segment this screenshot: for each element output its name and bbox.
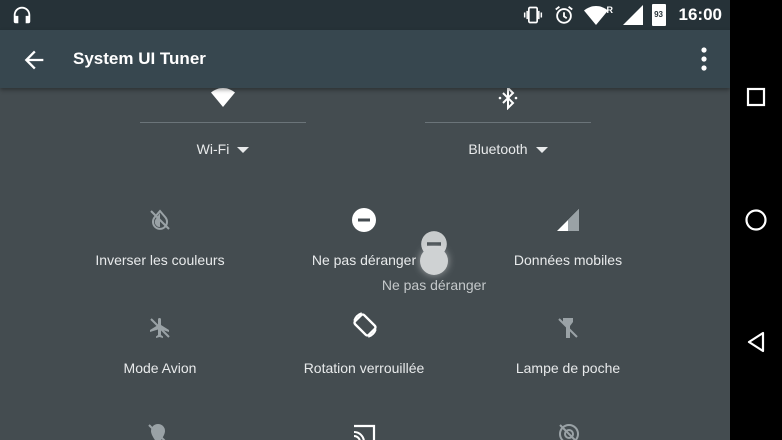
- divider: [140, 122, 306, 123]
- big-tile-label: Wi-Fi: [140, 141, 306, 157]
- tile-flashlight[interactable]: Lampe de poche: [468, 316, 668, 416]
- caret-down-icon[interactable]: [237, 147, 250, 154]
- wifi-icon: [583, 6, 608, 25]
- rotation-lock-icon: [353, 312, 377, 338]
- navigation-bar: [730, 0, 782, 440]
- tile-label: Mode Avion: [123, 360, 197, 376]
- more-vert-icon[interactable]: [693, 44, 715, 74]
- tile-mobile-data[interactable]: Données mobiles: [468, 208, 668, 308]
- tile-label: Données mobiles: [513, 252, 623, 268]
- quick-settings-editor: Wi-Fi Bluetooth Inverser les couleurs Ne…: [0, 88, 730, 440]
- hotspot-icon[interactable]: [556, 422, 582, 440]
- location-icon[interactable]: [146, 422, 170, 440]
- big-tile-wifi[interactable]: Wi-Fi: [140, 88, 306, 168]
- drag-touch-indicator[interactable]: [420, 247, 448, 275]
- big-tile-label: Bluetooth: [425, 141, 591, 157]
- caret-down-icon[interactable]: [535, 147, 548, 154]
- recents-square-icon[interactable]: [740, 81, 772, 113]
- airplane-icon: [150, 318, 170, 338]
- mobile-data-icon: [557, 209, 579, 231]
- tile-invert-colors[interactable]: Inverser les couleurs: [60, 208, 260, 308]
- tile-label: Inverser les couleurs: [95, 252, 225, 268]
- wifi-icon: [211, 88, 235, 107]
- network-badge: R: [606, 5, 614, 15]
- do-not-disturb-icon: [352, 208, 376, 232]
- tile-airplane-mode[interactable]: Mode Avion: [60, 316, 260, 416]
- cast-icon[interactable]: [350, 422, 378, 440]
- status-time: 16:00: [678, 5, 722, 24]
- home-circle-icon[interactable]: [740, 204, 772, 236]
- status-icons: R 93 16:00: [522, 0, 722, 30]
- wifi-label: Wi-Fi: [196, 141, 230, 157]
- tile-rotation-lock[interactable]: Rotation verrouillée: [264, 312, 464, 416]
- page-title: System UI Tuner: [73, 49, 206, 68]
- vibrate-icon: [523, 6, 542, 24]
- app-bar: System UI Tuner: [0, 30, 730, 88]
- bluetooth-label: Bluetooth: [468, 141, 528, 157]
- headphones-icon: [13, 6, 31, 24]
- flashlight-icon: [558, 318, 578, 338]
- divider: [425, 122, 591, 123]
- battery-icon: 93: [651, 4, 666, 26]
- bluetooth-icon: [498, 88, 518, 110]
- battery-level: 93: [654, 10, 663, 19]
- invert-colors-icon: [150, 209, 170, 230]
- big-tile-bluetooth[interactable]: Bluetooth: [425, 88, 591, 168]
- tile-label: Lampe de poche: [515, 360, 621, 376]
- dragging-tile-label: Ne pas déranger: [381, 277, 487, 293]
- back-triangle-icon[interactable]: [740, 326, 772, 358]
- wifi-status: R: [583, 4, 614, 26]
- tile-label: Rotation verrouillée: [303, 360, 425, 376]
- alarm-icon: [554, 6, 573, 24]
- arrow-back-icon[interactable]: [20, 46, 48, 74]
- status-bar: R 93 16:00: [0, 0, 730, 30]
- signal-icon: [622, 5, 643, 25]
